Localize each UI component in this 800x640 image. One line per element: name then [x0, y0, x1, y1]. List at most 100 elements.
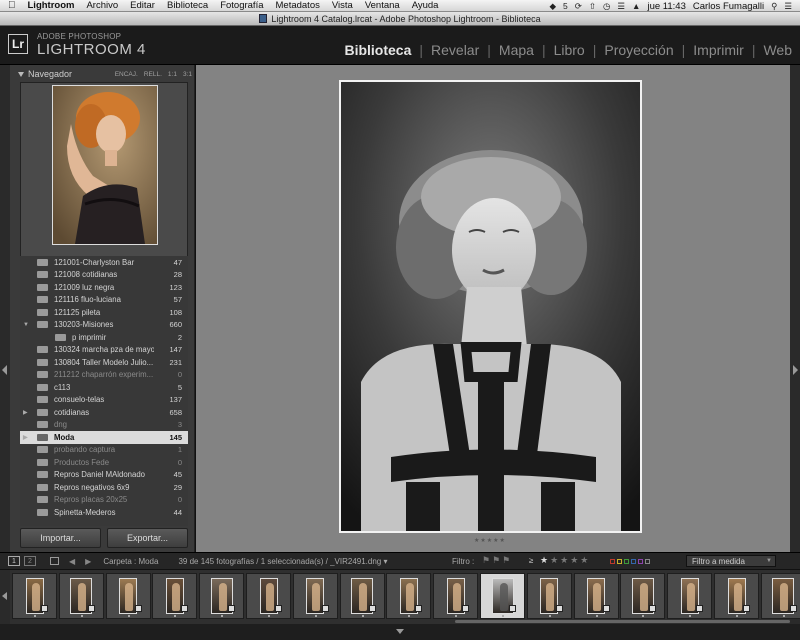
- folder-row[interactable]: 130804 Taller Modelo Julio... 231: [20, 356, 188, 369]
- develop-badge-icon[interactable]: [509, 605, 516, 612]
- folder-row[interactable]: Productos Fede 0: [20, 456, 188, 469]
- secondary-display-button[interactable]: 2: [24, 556, 36, 566]
- menu-ventana[interactable]: Ventana: [365, 0, 400, 11]
- zoom-3-1[interactable]: 3:1: [183, 71, 192, 78]
- menu-archivo[interactable]: Archivo: [86, 0, 118, 11]
- back-arrow-icon[interactable]: ◀: [69, 557, 75, 566]
- rating-operator[interactable]: ≥: [529, 556, 533, 565]
- filmstrip-thumb[interactable]: [620, 573, 666, 619]
- breadcrumb[interactable]: Carpeta : Moda: [103, 557, 158, 566]
- navigator-header[interactable]: Navegador ENCAJ. RELL. 1:1 3:1: [18, 67, 192, 81]
- folder-row[interactable]: consuelo-telas 137: [20, 394, 188, 407]
- develop-badge-icon[interactable]: [181, 605, 189, 612]
- notifications-icon[interactable]: ☰: [784, 1, 792, 12]
- grid-view-icon[interactable]: [50, 557, 59, 565]
- folder-row[interactable]: 121009 luz negra 123: [20, 281, 188, 294]
- folder-row[interactable]: 130324 marcha pza de mayo 147: [20, 344, 188, 357]
- menu-vista[interactable]: Vista: [332, 0, 353, 11]
- filmstrip-thumb[interactable]: [152, 573, 198, 619]
- folder-row[interactable]: Spinetta-Mederos 44: [20, 506, 188, 519]
- folder-row[interactable]: dng 3: [20, 419, 188, 432]
- develop-badge-icon[interactable]: [743, 605, 750, 612]
- filmstrip-thumb[interactable]: [386, 573, 432, 619]
- status-count[interactable]: 5: [563, 1, 568, 11]
- export-button[interactable]: Exportar...: [107, 528, 188, 548]
- module-proyeccion[interactable]: Proyección: [604, 42, 673, 58]
- folder-row[interactable]: probando captura 1: [20, 444, 188, 457]
- filmstrip-thumb[interactable]: [714, 573, 759, 619]
- develop-badge-icon[interactable]: [87, 605, 95, 612]
- develop-badge-icon[interactable]: [462, 605, 470, 612]
- zoom-fill[interactable]: RELL.: [144, 71, 162, 78]
- develop-badge-icon[interactable]: [228, 605, 236, 612]
- folder-row[interactable]: Repros placas 20x25 0: [20, 494, 188, 507]
- folder-row[interactable]: ▶ cotidianas 658: [20, 406, 188, 419]
- filmstrip-thumb[interactable]: [760, 573, 800, 619]
- spotlight-icon[interactable]: ⚲: [771, 1, 777, 12]
- filmstrip-scrollbar[interactable]: [455, 620, 790, 623]
- folder-row[interactable]: Repros Daniel MAldonado 45: [20, 469, 188, 482]
- folder-row[interactable]: ▼ 130203-Misiones 660: [20, 319, 188, 332]
- zoom-fit[interactable]: ENCAJ.: [115, 71, 138, 78]
- folder-row[interactable]: 121116 fluo-luciana 57: [20, 294, 188, 307]
- navigator-preview[interactable]: [20, 82, 188, 262]
- folder-row[interactable]: 121008 cotidianas 28: [20, 269, 188, 282]
- menu-editar[interactable]: Editar: [130, 0, 155, 11]
- color-yellow-icon[interactable]: [617, 559, 622, 564]
- filmstrip-thumb[interactable]: [526, 573, 572, 619]
- menu-metadatos[interactable]: Metadatos: [276, 0, 320, 11]
- loupe-view[interactable]: ★★★★★: [196, 65, 790, 552]
- module-mapa[interactable]: Mapa: [499, 42, 534, 58]
- filmstrip[interactable]: [0, 570, 800, 624]
- filmstrip-thumb[interactable]: [339, 573, 385, 619]
- color-gray-icon[interactable]: [645, 559, 650, 564]
- develop-badge-icon[interactable]: [134, 605, 142, 612]
- forward-arrow-icon[interactable]: ▶: [85, 557, 91, 566]
- filmstrip-thumb[interactable]: [105, 573, 151, 619]
- menu-fotografia[interactable]: Fotografía: [220, 0, 263, 11]
- folder-row[interactable]: 211212 chaparrón experim... 0: [20, 369, 188, 382]
- filmstrip-thumb[interactable]: [433, 573, 479, 619]
- color-red-icon[interactable]: [610, 559, 615, 564]
- color-blue-icon[interactable]: [631, 559, 636, 564]
- develop-badge-icon[interactable]: [321, 605, 329, 612]
- color-label-filter[interactable]: [610, 559, 650, 564]
- module-libro[interactable]: Libro: [554, 42, 585, 58]
- filmstrip-thumb[interactable]: [246, 573, 291, 619]
- develop-badge-icon[interactable]: [696, 605, 704, 612]
- develop-badge-icon[interactable]: [649, 605, 657, 612]
- menu-lightroom[interactable]: Lightroom: [28, 0, 75, 11]
- filmstrip-thumb[interactable]: [199, 573, 245, 619]
- sync-icon[interactable]: ⟳: [575, 1, 582, 12]
- zoom-1-1[interactable]: 1:1: [168, 71, 177, 78]
- rating-stars[interactable]: ★★★★★: [474, 537, 506, 544]
- filter-preset-select[interactable]: Filtro a medida ▼: [686, 555, 776, 567]
- disclosure-triangle-icon[interactable]: [18, 71, 24, 77]
- photo-count-dropdown[interactable]: 39 de 145 fotografías / 1 seleccionada(s…: [178, 557, 387, 566]
- menu-clock[interactable]: jue 11:43: [647, 1, 685, 12]
- filmstrip-thumb[interactable]: [667, 573, 713, 619]
- collapsed-triangle-icon[interactable]: ▶: [23, 433, 31, 441]
- module-imprimir[interactable]: Imprimir: [693, 42, 744, 58]
- develop-badge-icon[interactable]: [602, 605, 610, 612]
- filmstrip-thumb[interactable]: [573, 573, 619, 619]
- color-purple-icon[interactable]: [638, 559, 643, 564]
- develop-badge-icon[interactable]: [789, 605, 797, 612]
- develop-badge-icon[interactable]: [275, 605, 282, 612]
- primary-display-button[interactable]: 1: [8, 556, 20, 566]
- folder-row[interactable]: c113 5: [20, 381, 188, 394]
- develop-badge-icon[interactable]: [415, 605, 423, 612]
- left-panel-toggle[interactable]: [0, 65, 10, 552]
- module-web[interactable]: Web: [763, 42, 792, 58]
- develop-badge-icon[interactable]: [555, 605, 563, 612]
- filmstrip-thumb[interactable]: [12, 573, 57, 619]
- wifi-icon[interactable]: ☰: [617, 1, 625, 12]
- right-panel-toggle[interactable]: [790, 65, 800, 552]
- folder-row-selected[interactable]: ▶ Moda 145: [20, 431, 188, 444]
- import-button[interactable]: Importar...: [20, 528, 101, 548]
- folder-row[interactable]: p imprimir 2: [20, 331, 188, 344]
- apple-icon[interactable]: : [8, 0, 16, 11]
- module-biblioteca[interactable]: Biblioteca: [344, 42, 411, 58]
- module-revelar[interactable]: Revelar: [431, 42, 479, 58]
- folder-row[interactable]: 121001-Charlyston Bar 47: [20, 256, 188, 269]
